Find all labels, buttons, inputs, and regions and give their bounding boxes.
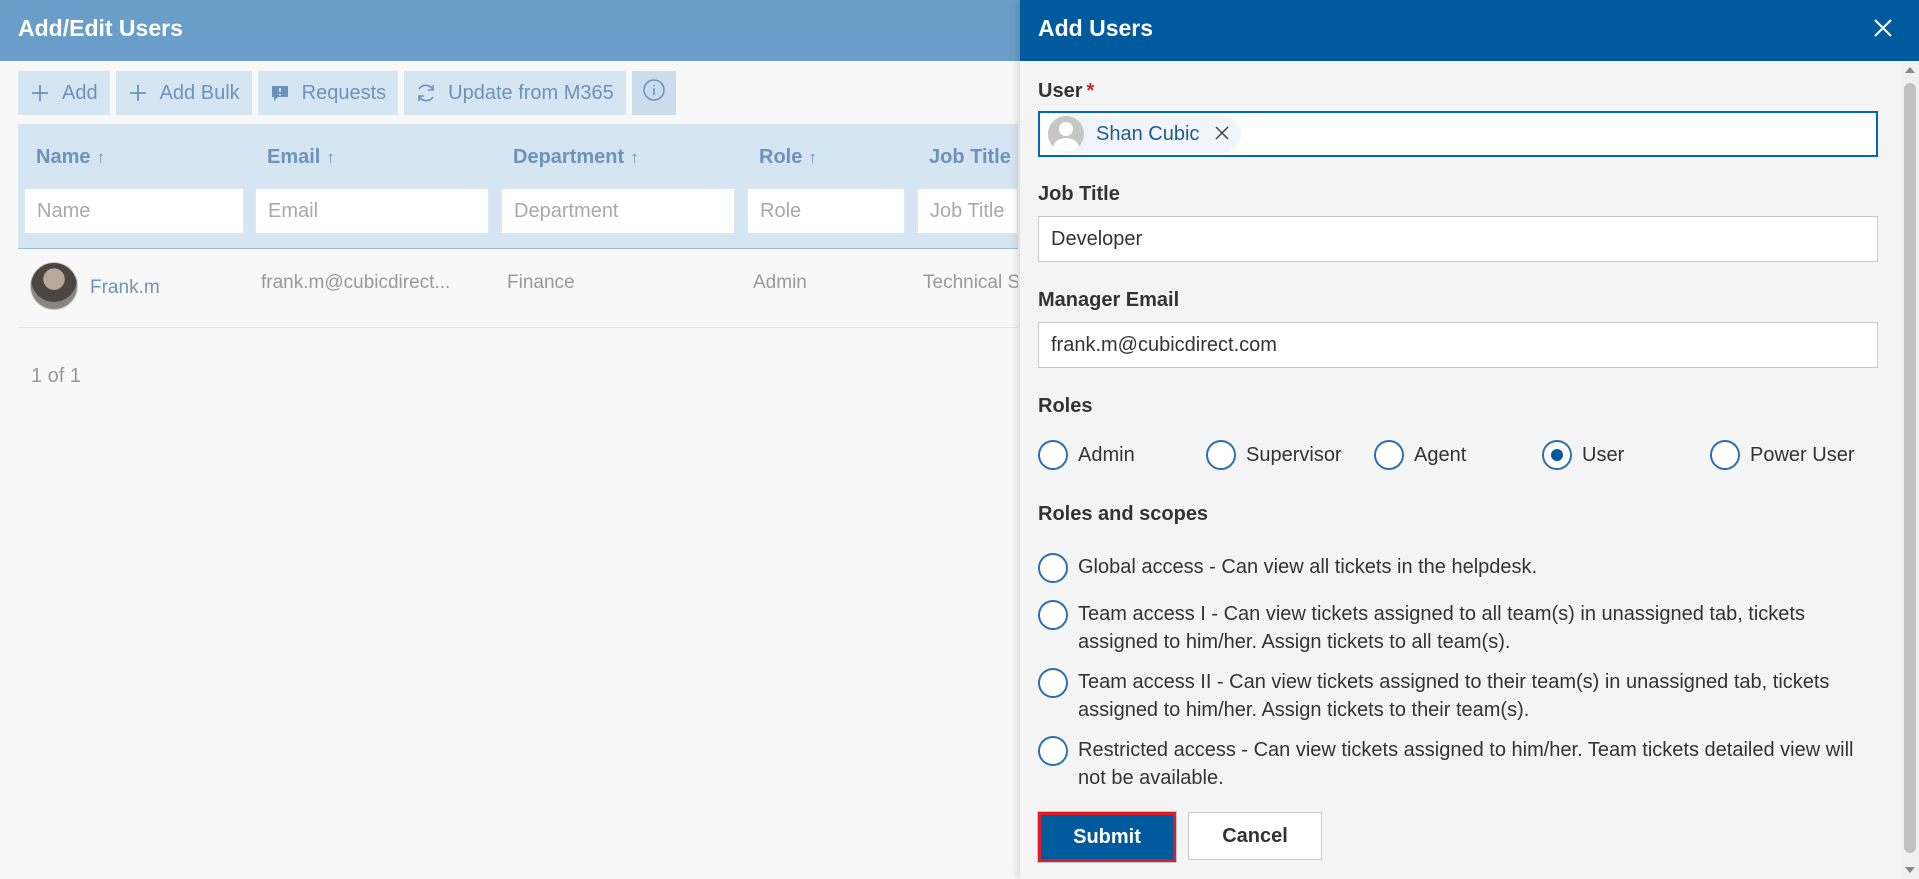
- user-role-cell: Admin: [753, 272, 807, 293]
- sort-arrow-icon: ↑: [630, 148, 639, 167]
- email-filter-input[interactable]: Email: [255, 188, 489, 234]
- role-filter-input[interactable]: Role: [747, 188, 905, 234]
- refresh-icon: [414, 81, 438, 105]
- radio-circle: [1038, 553, 1068, 583]
- avatar: [30, 262, 78, 310]
- plus-icon: [126, 81, 150, 105]
- manager-email-label: Manager Email: [1038, 289, 1180, 311]
- column-header-department[interactable]: Department ↑: [513, 146, 639, 169]
- requests-button[interactable]: Requests: [257, 71, 399, 115]
- toolbar: Add Add Bulk Requests Update from M365: [18, 71, 676, 115]
- column-title: Email: [267, 146, 321, 168]
- panel-scrollbar[interactable]: [1901, 61, 1919, 879]
- sort-arrow-icon: ↑: [808, 148, 817, 167]
- cancel-button[interactable]: Cancel: [1188, 812, 1322, 860]
- sort-arrow-icon: ↑: [96, 148, 105, 167]
- sort-arrow-icon: ↑: [326, 148, 335, 167]
- requests-button-label: Requests: [301, 81, 387, 104]
- panel-header: Add Users: [1020, 0, 1919, 61]
- column-title: Department: [513, 146, 625, 168]
- scope-radio-label: Team access II - Can view tickets assign…: [1078, 671, 1830, 721]
- manager-email-input[interactable]: frank.m@cubicdirect.com: [1038, 322, 1878, 368]
- users-grid-header: Name ↑ Email ↑ Department ↑ Role ↑ Job Title…: [18, 124, 1018, 249]
- column-title: Role: [759, 146, 803, 168]
- radio-circle: [1038, 440, 1068, 470]
- radio-circle: [1038, 668, 1068, 698]
- info-button[interactable]: [631, 71, 676, 115]
- scope-radio-global[interactable]: Global access - Can view all tickets in …: [1038, 553, 1878, 583]
- user-email-cell: frank.m@cubicdirect...: [261, 272, 451, 293]
- roles-label: Roles: [1038, 395, 1093, 417]
- job-title-filter-input[interactable]: Job Title: [917, 188, 1018, 234]
- job-title-input[interactable]: Developer: [1038, 216, 1878, 262]
- scope-radio-team-2[interactable]: Team access II - Can view tickets assign…: [1038, 668, 1878, 724]
- pager-status: 1 of 1: [31, 365, 82, 387]
- update-from-m365-button[interactable]: Update from M365: [404, 71, 626, 115]
- role-radio-admin[interactable]: Admin: [1038, 440, 1135, 470]
- scope-radio-label: Restricted access - Can view tickets ass…: [1078, 739, 1854, 789]
- name-filter-input[interactable]: Name: [24, 188, 244, 234]
- user-chip: Shan Cubic: [1048, 115, 1242, 153]
- roles-scopes-label: Roles and scopes: [1038, 503, 1209, 525]
- radio-circle: [1038, 600, 1068, 630]
- add-bulk-button-label: Add Bulk: [159, 81, 240, 104]
- column-header-role[interactable]: Role ↑: [759, 146, 817, 169]
- user-job-title-cell: Technical S: [923, 272, 1018, 293]
- user-department-cell: Finance: [507, 272, 575, 293]
- user-label: User *: [1038, 80, 1094, 103]
- scroll-thumb[interactable]: [1904, 83, 1916, 853]
- update-button-label: Update from M365: [448, 81, 614, 104]
- add-button[interactable]: Add: [18, 71, 110, 115]
- radio-circle: [1710, 440, 1740, 470]
- plus-icon: [28, 81, 52, 105]
- column-title: Name: [36, 146, 91, 168]
- radio-circle: [1206, 440, 1236, 470]
- person-icon: [1048, 116, 1084, 152]
- role-radio-agent[interactable]: Agent: [1374, 440, 1466, 470]
- add-bulk-button[interactable]: Add Bulk: [115, 71, 252, 115]
- role-radio-label: Supervisor: [1246, 443, 1342, 466]
- role-radio-user[interactable]: User: [1542, 440, 1624, 470]
- radio-circle-checked: [1542, 440, 1572, 470]
- required-mark: *: [1086, 80, 1095, 102]
- scope-radio-team-1[interactable]: Team access I - Can view tickets assigne…: [1038, 600, 1878, 656]
- user-label-text: User: [1038, 80, 1083, 102]
- column-header-name[interactable]: Name ↑: [36, 146, 105, 169]
- role-radio-label: Power User: [1750, 443, 1855, 466]
- column-header-email[interactable]: Email ↑: [267, 146, 335, 169]
- department-filter-input[interactable]: Department: [501, 188, 735, 234]
- scope-radio-restricted[interactable]: Restricted access - Can view tickets ass…: [1038, 736, 1878, 792]
- column-title: Job Title: [929, 146, 1011, 168]
- user-picker-input[interactable]: Shan Cubic: [1038, 111, 1878, 157]
- add-button-label: Add: [62, 81, 98, 104]
- column-header-job-title[interactable]: Job Title: [929, 146, 1011, 169]
- panel-title: Add Users: [1038, 15, 1154, 41]
- role-radio-power-user[interactable]: Power User: [1710, 440, 1854, 470]
- add-users-panel: Add Users User * Shan Cubic Job Title Dev…: [1020, 0, 1919, 879]
- role-radio-label: Admin: [1078, 443, 1135, 466]
- scroll-up-arrow-icon[interactable]: [1905, 67, 1915, 73]
- close-icon: [1873, 18, 1893, 43]
- roles-radio-group: Admin Supervisor Agent User Power User: [1038, 440, 1878, 474]
- user-name-link[interactable]: Frank.m: [90, 277, 160, 299]
- scroll-down-arrow-icon[interactable]: [1905, 867, 1915, 873]
- table-row[interactable]: Frank.m frank.m@cubicdirect... Finance A…: [18, 250, 1018, 328]
- role-radio-label: User: [1582, 443, 1625, 466]
- info-icon: [642, 78, 666, 108]
- user-chip-name: Shan Cubic: [1096, 123, 1200, 145]
- scope-radio-label: Global access - Can view all tickets in …: [1078, 556, 1538, 578]
- job-title-label: Job Title: [1038, 183, 1120, 205]
- radio-circle: [1374, 440, 1404, 470]
- role-radio-label: Agent: [1414, 443, 1467, 466]
- scope-radio-label: Team access I - Can view tickets assigne…: [1078, 603, 1805, 653]
- page-title: Add/Edit Users: [18, 15, 183, 41]
- submit-button[interactable]: Submit: [1037, 811, 1177, 863]
- radio-circle: [1038, 736, 1068, 766]
- comment-icon: [268, 81, 292, 105]
- role-radio-supervisor[interactable]: Supervisor: [1206, 440, 1342, 470]
- close-button[interactable]: [1869, 16, 1897, 44]
- remove-user-chip-button[interactable]: [1215, 124, 1229, 144]
